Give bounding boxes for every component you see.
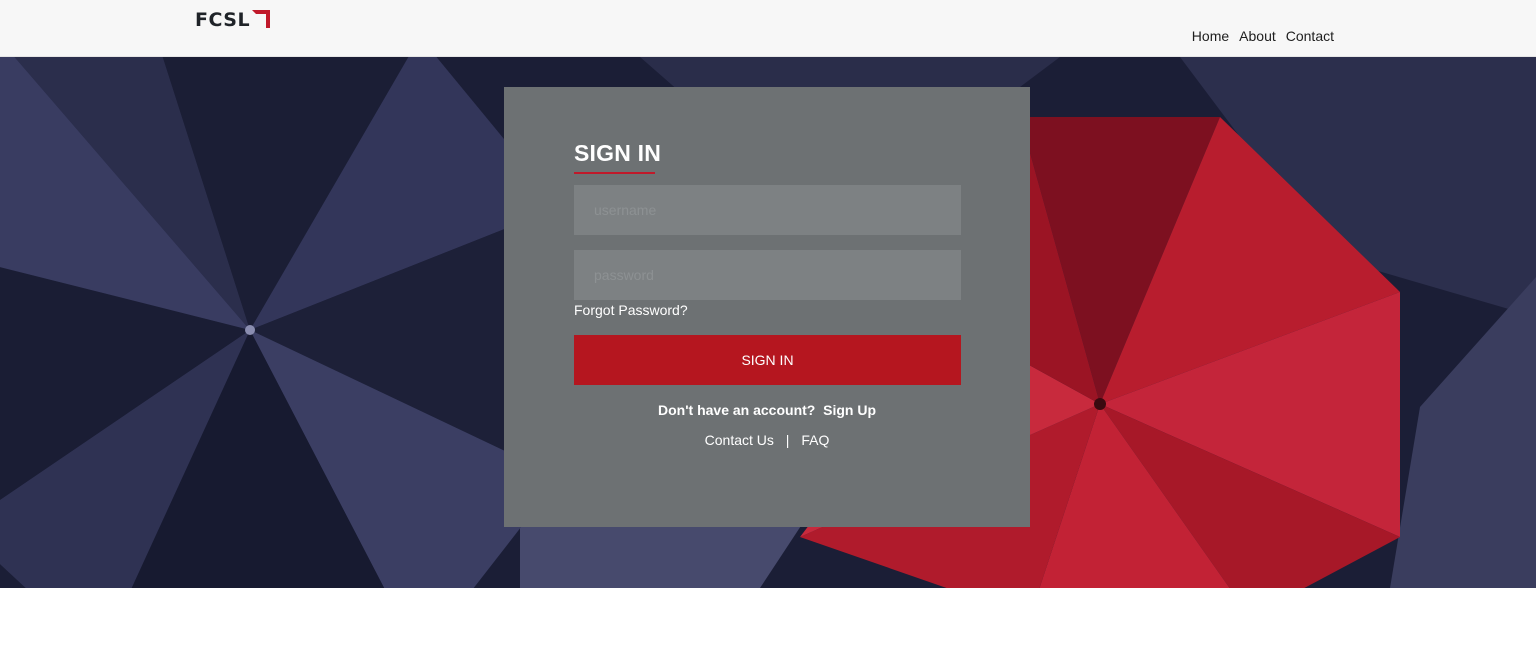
signup-prompt: Don't have an account? Sign Up bbox=[504, 400, 1030, 420]
link-separator: | bbox=[785, 432, 790, 448]
username-input[interactable] bbox=[574, 185, 961, 235]
signin-title: SIGN IN bbox=[574, 140, 662, 166]
top-navigation-bar: FCSL Home About Contact bbox=[0, 0, 1536, 57]
logo-mark-icon bbox=[252, 10, 271, 28]
signin-card: SIGN IN Forgot Password? SIGN IN Don't h… bbox=[504, 87, 1030, 527]
signup-link[interactable]: Sign Up bbox=[823, 402, 876, 418]
no-account-text: Don't have an account? bbox=[657, 402, 824, 418]
nav-about-link[interactable]: About bbox=[1239, 26, 1276, 46]
password-input[interactable] bbox=[574, 250, 961, 300]
forgot-password-link[interactable]: Forgot Password? bbox=[574, 300, 688, 320]
title-underline bbox=[574, 172, 655, 174]
logo-text: FCSL bbox=[195, 9, 251, 31]
main-nav: Home About Contact bbox=[1192, 26, 1334, 46]
nav-home-link[interactable]: Home bbox=[1192, 26, 1229, 46]
brand-logo[interactable]: FCSL bbox=[195, 9, 271, 31]
footer-links: Contact Us | FAQ bbox=[504, 430, 1030, 450]
faq-link[interactable]: FAQ bbox=[801, 432, 829, 448]
signin-button[interactable]: SIGN IN bbox=[574, 335, 961, 385]
contact-us-link[interactable]: Contact Us bbox=[705, 432, 774, 448]
nav-contact-link[interactable]: Contact bbox=[1286, 26, 1334, 46]
